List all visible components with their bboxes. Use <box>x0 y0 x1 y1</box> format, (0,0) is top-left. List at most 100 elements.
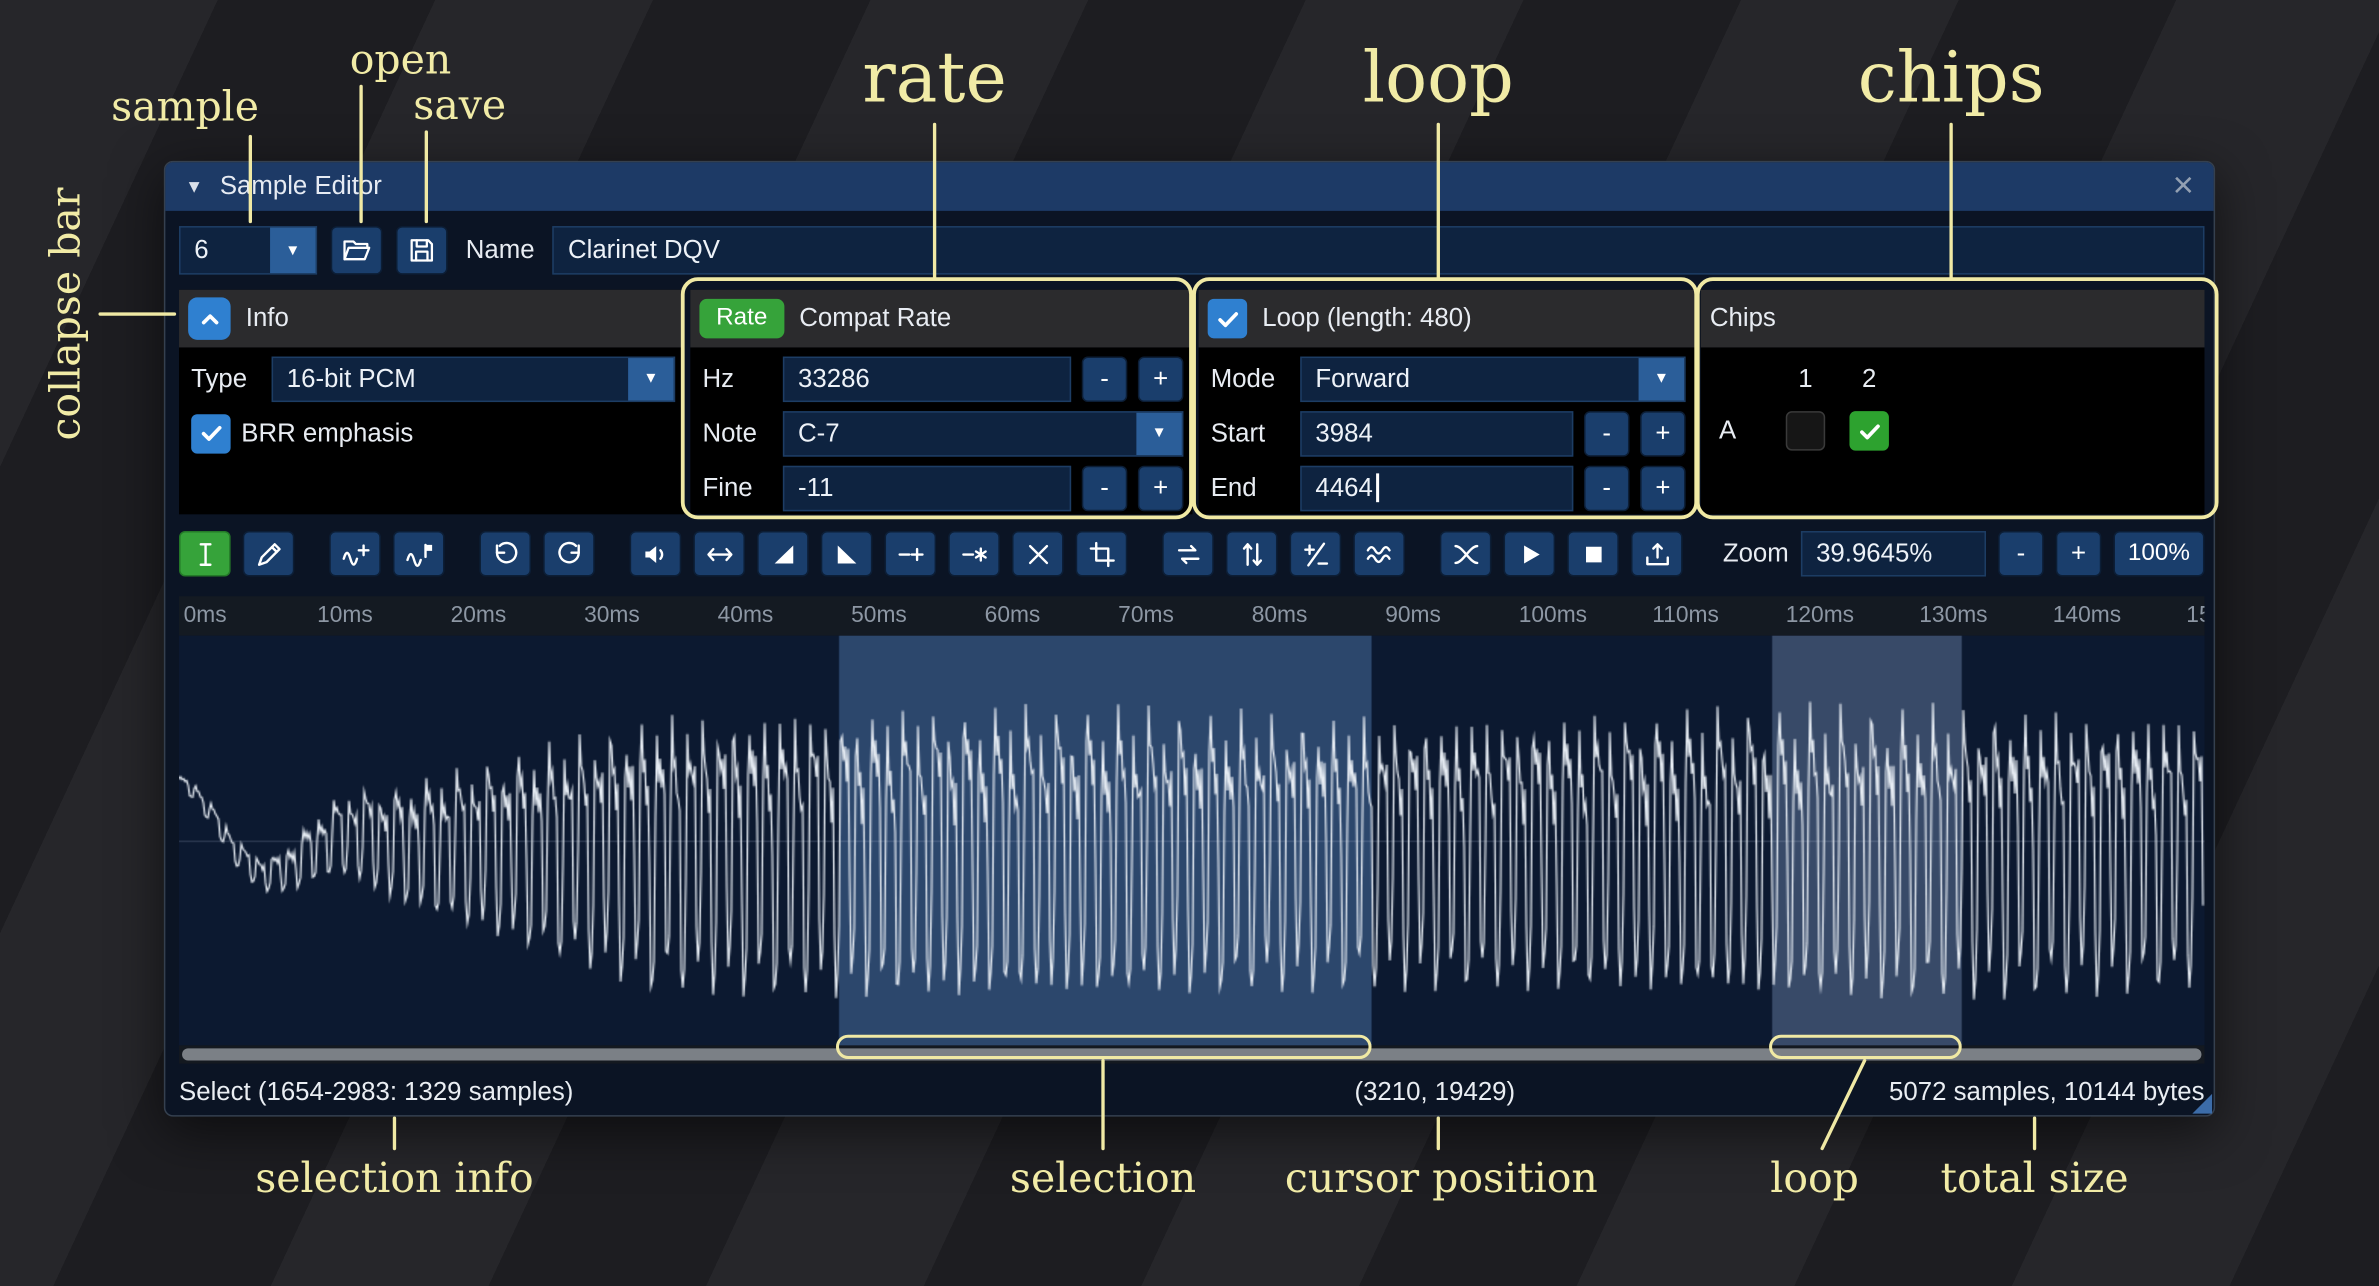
fade-out-button[interactable] <box>821 531 873 577</box>
type-dropdown[interactable]: 16-bit PCM ▼ <box>272 356 676 402</box>
ruler-tick: 140ms <box>2053 602 2121 628</box>
note-dropdown[interactable]: C-7 ▼ <box>783 410 1184 456</box>
waveform-area[interactable] <box>179 636 2204 1046</box>
select-button[interactable] <box>179 531 231 577</box>
sample-number-value: 6 <box>181 228 271 274</box>
crossfade-icon <box>1451 539 1480 568</box>
status-bar: Select (1654-2983: 1329 samples) (3210, … <box>179 1070 2204 1116</box>
stop-preview-button[interactable] <box>1567 531 1619 577</box>
loop-start-minus-button[interactable]: - <box>1584 410 1630 456</box>
zoom-reset-button[interactable]: 100% <box>2113 531 2204 577</box>
redo-icon <box>555 539 584 568</box>
sample-editor-window: ▼ Sample Editor × 6 ▼ Name Clarinet DQV <box>164 161 2215 1117</box>
loop-start-plus-button[interactable]: + <box>1640 410 1686 456</box>
loop-panel: Loop (length: 480) Mode Forward ▼ Start … <box>1199 290 1695 515</box>
header-row: 6 ▼ Name Clarinet DQV <box>179 226 2204 275</box>
zoom-input[interactable]: 39.9645% <box>1801 531 1986 577</box>
zoom-value: 39.9645% <box>1816 539 1932 569</box>
chevron-down-icon[interactable]: ▼ <box>270 228 316 274</box>
loop-start-input[interactable]: 3984 <box>1300 410 1573 456</box>
trim-button[interactable] <box>1076 531 1128 577</box>
check-icon <box>1215 306 1241 332</box>
import-button[interactable] <box>1631 531 1683 577</box>
waveform-scrollbar[interactable] <box>179 1045 2204 1063</box>
sign-invert-button[interactable] <box>1290 531 1342 577</box>
rate-panel-title: Compat Rate <box>799 303 951 333</box>
chips-panel-header: Chips <box>1701 290 2205 348</box>
collapse-bar-button[interactable] <box>188 297 230 339</box>
scrollbar-thumb[interactable] <box>182 1048 2201 1060</box>
fine-minus-button[interactable]: - <box>1082 465 1128 511</box>
zoom-in-button[interactable]: + <box>2056 531 2102 577</box>
zoom-out-button[interactable]: - <box>1998 531 2044 577</box>
resize-button[interactable] <box>329 531 381 577</box>
fine-plus-button[interactable]: + <box>1138 465 1184 511</box>
ruler-tick: 80ms <box>1252 602 1308 628</box>
amplify-button[interactable] <box>630 531 682 577</box>
chips-column-2: 2 <box>1862 364 1876 394</box>
close-icon[interactable]: × <box>2173 168 2194 204</box>
normalize-button[interactable] <box>693 531 745 577</box>
cursor-position-text: (3210, 19429) <box>1354 1077 1515 1107</box>
loop-end-input[interactable]: 4464 <box>1300 465 1573 511</box>
hz-input[interactable]: 33286 <box>783 356 1071 402</box>
chevron-down-icon[interactable]: ▼ <box>628 357 674 399</box>
info-panel-title: Info <box>246 303 289 333</box>
chip-a-1-checkbox[interactable] <box>1786 411 1825 450</box>
loop-panel-body: Mode Forward ▼ Start 3984 - + End <box>1199 347 1695 518</box>
amplify-icon <box>641 539 670 568</box>
resample-button[interactable] <box>393 531 445 577</box>
rate-badge-button[interactable]: Rate <box>699 299 784 338</box>
window-collapse-icon[interactable]: ▼ <box>185 176 203 197</box>
loop-mode-value: Forward <box>1302 357 1639 399</box>
invert-icon <box>1237 539 1266 568</box>
loop-enable-checkbox[interactable] <box>1208 299 1247 338</box>
name-input[interactable]: Clarinet DQV <box>553 226 2205 275</box>
save-floppy-icon <box>407 235 437 265</box>
window-resize-grip[interactable] <box>2192 1094 2212 1114</box>
ruler-tick: 110ms <box>1652 602 1719 628</box>
apply-silence-button[interactable] <box>948 531 1000 577</box>
toolbar-group <box>179 531 294 577</box>
resample-icon <box>404 539 433 568</box>
draw-icon <box>254 539 283 568</box>
delete-button[interactable] <box>1012 531 1064 577</box>
sign-invert-icon <box>1301 539 1330 568</box>
fade-out-icon <box>832 539 861 568</box>
invert-button[interactable] <box>1226 531 1278 577</box>
stage: ▼ Sample Editor × 6 ▼ Name Clarinet DQV <box>0 0 2379 1286</box>
undo-button[interactable] <box>479 531 531 577</box>
brr-emphasis-checkbox[interactable] <box>191 413 230 452</box>
filter-button[interactable] <box>1353 531 1405 577</box>
loop-end-minus-button[interactable]: - <box>1584 465 1630 511</box>
chip-a-2-checkbox[interactable] <box>1849 411 1888 450</box>
chips-panel-body: 1 2 A <box>1701 347 2205 514</box>
loop-end-plus-button[interactable]: + <box>1640 465 1686 511</box>
chevron-up-icon <box>196 306 222 332</box>
chevron-down-icon[interactable]: ▼ <box>1639 357 1685 399</box>
loop-panel-title: Loop (length: 480) <box>1262 303 1471 333</box>
sample-number-combo[interactable]: 6 ▼ <box>179 226 317 275</box>
redo-button[interactable] <box>543 531 595 577</box>
open-button[interactable] <box>331 226 383 275</box>
ruler-tick: 10ms <box>317 602 373 628</box>
crossfade-button[interactable] <box>1440 531 1492 577</box>
hz-plus-button[interactable]: + <box>1138 356 1184 402</box>
loop-mode-dropdown[interactable]: Forward ▼ <box>1300 356 1685 402</box>
rate-panel: Rate Compat Rate Hz 33286 - + Note C-7 <box>690 290 1192 515</box>
preview-button[interactable] <box>1504 531 1556 577</box>
fade-in-button[interactable] <box>757 531 809 577</box>
save-button[interactable] <box>396 226 448 275</box>
reverse-button[interactable] <box>1162 531 1214 577</box>
filter-icon <box>1365 539 1394 568</box>
hz-minus-button[interactable]: - <box>1082 356 1128 402</box>
fine-value: -11 <box>798 473 833 503</box>
info-panel: Info Type 16-bit PCM ▼ BRR emp <box>179 290 684 515</box>
fine-input[interactable]: -11 <box>783 465 1071 511</box>
note-label: Note <box>702 418 772 448</box>
hz-value: 33286 <box>798 363 870 393</box>
insert-silence-button[interactable] <box>885 531 937 577</box>
chevron-down-icon[interactable]: ▼ <box>1136 412 1182 454</box>
waveform-canvas[interactable] <box>179 636 2204 1046</box>
draw-button[interactable] <box>243 531 295 577</box>
